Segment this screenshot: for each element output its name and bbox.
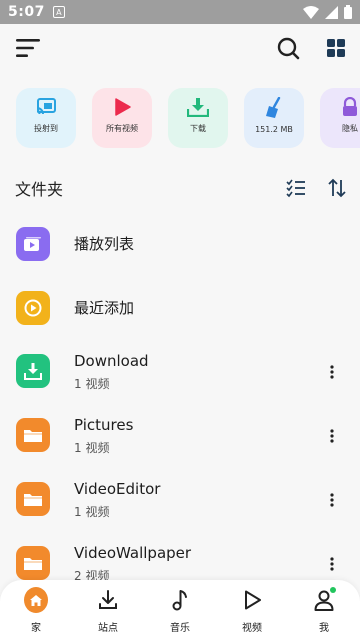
list-item-videoeditor[interactable]: VideoEditor 1 视频 bbox=[0, 468, 360, 532]
download-folder-icon bbox=[16, 354, 50, 388]
a-square-icon: A bbox=[52, 6, 65, 18]
play-icon bbox=[115, 98, 131, 116]
battery-icon bbox=[344, 5, 352, 19]
folder-icon bbox=[16, 418, 50, 452]
folder-name: VideoEditor bbox=[74, 480, 161, 498]
sort-arrows-icon[interactable] bbox=[328, 178, 346, 198]
status-bar: 5:07 A bbox=[0, 0, 360, 24]
tile-privacy[interactable]: 隐私 bbox=[320, 88, 360, 148]
list-item-download[interactable]: Download 1 视频 bbox=[0, 340, 360, 404]
checklist-icon[interactable] bbox=[286, 178, 306, 198]
nav-label: 音乐 bbox=[170, 623, 190, 634]
play-outline-icon bbox=[240, 588, 264, 612]
wifi-icon bbox=[303, 5, 319, 19]
list-item-pictures[interactable]: Pictures 1 视频 bbox=[0, 404, 360, 468]
folder-icon bbox=[16, 482, 50, 516]
list-item-playlist[interactable]: 播放列表 bbox=[0, 212, 360, 276]
nav-label: 站点 bbox=[98, 623, 118, 634]
signal-icon bbox=[325, 5, 338, 19]
music-note-icon bbox=[168, 588, 192, 612]
folder-name: 最近添加 bbox=[74, 299, 135, 317]
more-options-icon[interactable] bbox=[322, 426, 342, 446]
nav-label: 家 bbox=[31, 623, 41, 634]
status-time: 5:07 bbox=[8, 4, 45, 20]
app-bar bbox=[0, 24, 360, 72]
tile-label: 151.2 MB bbox=[255, 125, 293, 134]
folder-icon bbox=[16, 546, 50, 580]
tile-label: 投射到 bbox=[34, 124, 58, 133]
download-icon bbox=[187, 98, 209, 117]
folder-name: 播放列表 bbox=[74, 235, 135, 253]
broom-icon bbox=[266, 97, 281, 118]
folder-count: 1 视频 bbox=[74, 505, 110, 519]
folder-name: Pictures bbox=[74, 416, 134, 434]
tile-label: 所有视频 bbox=[106, 124, 138, 133]
search-icon[interactable] bbox=[276, 36, 300, 60]
folder-count: 1 视频 bbox=[74, 377, 110, 391]
more-options-icon[interactable] bbox=[322, 362, 342, 382]
folder-count: 1 视频 bbox=[74, 441, 110, 455]
quick-tiles: 投射到 所有视频 下载 151.2 MB 隐私 bbox=[16, 88, 360, 148]
more-options-icon[interactable] bbox=[322, 490, 342, 510]
folder-name: Download bbox=[74, 352, 149, 370]
tile-storage-cleaner[interactable]: 151.2 MB bbox=[244, 88, 304, 148]
menu-icon[interactable] bbox=[14, 36, 42, 60]
grid-view-icon[interactable] bbox=[324, 36, 348, 60]
folders-header: 文件夹 bbox=[0, 170, 360, 204]
playlist-icon bbox=[16, 227, 50, 261]
tile-label: 隐私 bbox=[342, 124, 358, 133]
lock-icon bbox=[343, 97, 357, 116]
tile-label: 下载 bbox=[190, 124, 206, 133]
tile-download[interactable]: 下载 bbox=[168, 88, 228, 148]
nav-label: 视频 bbox=[242, 623, 262, 634]
nav-sites[interactable]: 站点 bbox=[72, 580, 144, 640]
status-icons bbox=[303, 5, 352, 19]
list-item-recently-added[interactable]: 最近添加 bbox=[0, 276, 360, 340]
cast-icon bbox=[36, 98, 56, 115]
nav-home[interactable]: 家 bbox=[0, 580, 72, 640]
nav-profile[interactable]: 我 bbox=[288, 580, 360, 640]
more-options-icon[interactable] bbox=[322, 554, 342, 574]
nav-label: 我 bbox=[319, 623, 329, 634]
download-icon bbox=[96, 588, 120, 612]
nav-video[interactable]: 视频 bbox=[216, 580, 288, 640]
tile-cast[interactable]: 投射到 bbox=[16, 88, 76, 148]
nav-music[interactable]: 音乐 bbox=[144, 580, 216, 640]
folder-name: VideoWallpaper bbox=[74, 544, 192, 562]
section-title: 文件夹 bbox=[15, 180, 64, 199]
clock-play-icon bbox=[16, 291, 50, 325]
tile-all-videos[interactable]: 所有视频 bbox=[92, 88, 152, 148]
home-icon bbox=[24, 587, 48, 613]
notification-dot bbox=[330, 587, 336, 593]
bottom-nav: 家 站点 音乐 视频 我 bbox=[0, 580, 360, 640]
